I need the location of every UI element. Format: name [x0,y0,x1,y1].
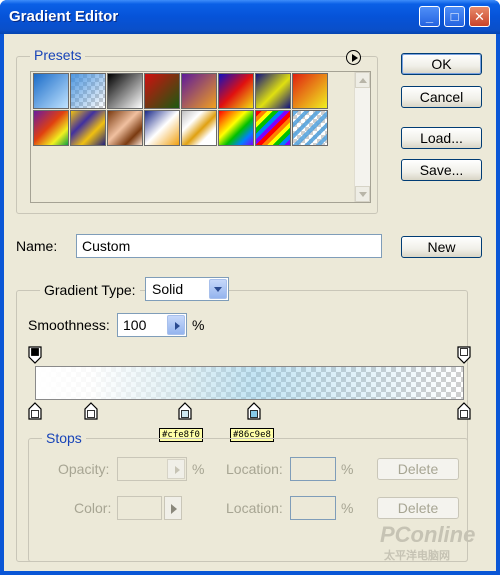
preset-swatch[interactable] [218,73,254,109]
opacity-label: Opacity: [58,461,110,477]
color-menu-button[interactable] [164,496,182,520]
smoothness-label: Smoothness: [28,317,110,333]
opacity-location-label: Location: [226,461,283,477]
minimize-icon: _ [425,9,434,24]
opacity-input[interactable] [117,457,187,481]
gradient-type-value: Solid [152,281,184,297]
save-button[interactable]: Save... [401,159,482,181]
watermark-tagline: 太平洋电脑网 [384,550,450,562]
opacity-location-input[interactable] [290,457,336,481]
maximize-button[interactable]: □ [444,6,465,27]
color-stop[interactable] [28,402,42,420]
preset-swatch[interactable] [255,73,291,109]
preset-swatch[interactable] [292,73,328,109]
color-stop[interactable] [457,402,471,420]
gradient-type-label: Gradient Type: [40,282,140,298]
stops-legend: Stops [42,430,86,446]
color-stop[interactable] [247,402,261,420]
color-location-input[interactable] [290,496,336,520]
preset-swatch[interactable] [255,110,291,146]
dialog-body: Presets OK Cancel Load... Save... Name: … [4,34,496,571]
ok-button[interactable]: OK [401,53,482,75]
preset-swatch[interactable] [181,73,217,109]
preset-swatch[interactable] [181,110,217,146]
close-button[interactable]: ✕ [469,6,490,27]
dropdown-button[interactable] [209,279,227,299]
presets-scrollbar[interactable] [354,72,370,202]
close-icon: ✕ [474,8,485,24]
presets-legend: Presets [30,47,86,63]
opacity-stop[interactable] [457,346,471,364]
presets-swatch-panel [30,71,371,203]
preset-swatch[interactable] [107,110,143,146]
chevron-right-icon [175,322,180,330]
chevron-right-icon [171,504,177,514]
name-label: Name: [16,238,58,254]
gradient-preview-bar[interactable] [35,366,464,400]
scroll-down-button[interactable] [355,186,370,202]
window-title: Gradient Editor [9,8,119,25]
load-button[interactable]: Load... [401,127,482,149]
preset-swatch[interactable] [292,110,328,146]
color-stop[interactable] [84,402,98,420]
preset-swatch[interactable] [107,73,143,109]
name-value: Custom [82,238,131,254]
opacity-location-unit: % [341,461,354,477]
smoothness-input[interactable]: 100 [117,313,187,337]
smoothness-value: 100 [123,317,147,333]
presets-menu-button[interactable] [346,50,361,65]
color-swatch-button[interactable] [117,496,162,520]
opacity-stop[interactable] [28,346,42,364]
smoothness-slider-button[interactable] [167,315,185,335]
color-location-unit: % [341,500,354,516]
cancel-button[interactable]: Cancel [401,86,482,108]
title-bar[interactable]: Gradient Editor _ □ ✕ [0,0,500,34]
color-stop[interactable] [178,402,192,420]
color-delete-button[interactable]: Delete [377,497,459,519]
opacity-slider-button[interactable] [167,459,185,479]
scroll-up-icon [359,78,367,83]
opacity-delete-button[interactable]: Delete [377,458,459,480]
preset-swatch[interactable] [33,73,69,109]
scroll-down-icon [359,192,367,197]
gradient-editor-window: Gradient Editor _ □ ✕ Presets OK Cancel … [0,0,500,575]
preset-swatch[interactable] [33,110,69,146]
preset-swatch[interactable] [70,110,106,146]
opacity-unit: % [192,461,205,477]
chevron-right-icon [175,466,180,474]
preset-swatch[interactable] [144,110,180,146]
new-button[interactable]: New [401,236,482,258]
preset-swatch[interactable] [70,73,106,109]
gradient-type-select[interactable]: Solid [145,277,229,301]
smoothness-unit: % [192,317,205,333]
circle-arrow-icon [351,53,358,62]
preset-swatch[interactable] [144,73,180,109]
maximize-icon: □ [450,9,459,24]
color-label: Color: [74,500,112,516]
color-location-label: Location: [226,500,283,516]
preset-swatch[interactable] [218,110,254,146]
name-input[interactable]: Custom [76,234,382,258]
chevron-down-icon [214,287,222,292]
minimize-button[interactable]: _ [419,6,440,27]
scroll-up-button[interactable] [355,72,370,88]
watermark-brand: PConline [380,522,476,547]
